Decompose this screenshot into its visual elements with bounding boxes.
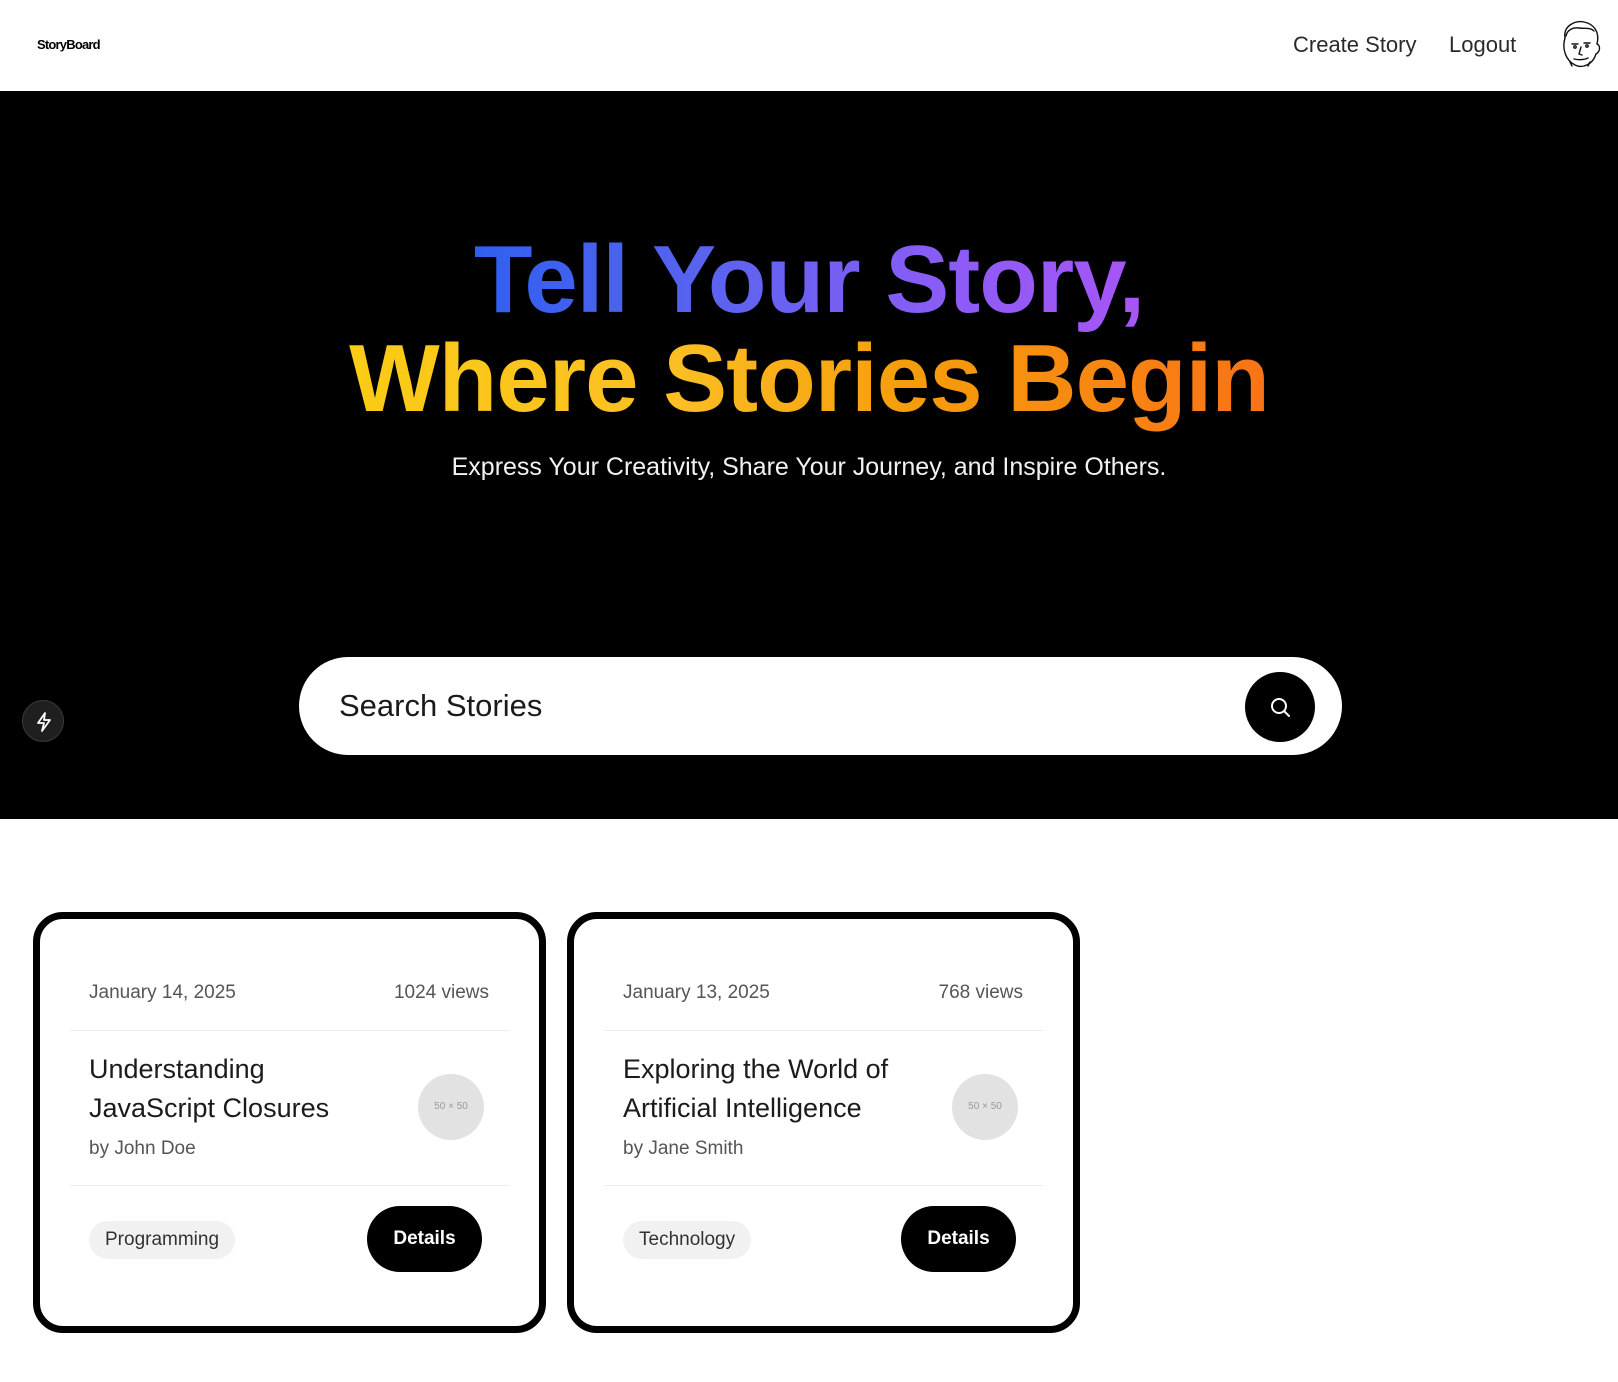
search-form <box>299 657 1342 755</box>
story-card: January 14, 2025 1024 views Understandin… <box>33 912 546 1333</box>
avatar-icon <box>1563 20 1601 68</box>
card-divider <box>604 1185 1043 1186</box>
bolt-icon <box>37 712 51 732</box>
story-author[interactable]: by Jane Smith <box>623 1138 743 1160</box>
create-story-link[interactable]: Create Story <box>1293 32 1417 58</box>
story-title[interactable]: Exploring the World of Artificial Intell… <box>623 1050 923 1128</box>
category-tag[interactable]: Programming <box>89 1221 236 1259</box>
logout-link[interactable]: Logout <box>1449 32 1516 58</box>
category-tag[interactable]: Technology <box>623 1221 752 1259</box>
card-divider <box>70 1030 509 1031</box>
card-divider <box>604 1030 1043 1031</box>
card-divider <box>70 1185 509 1186</box>
details-button[interactable]: Details <box>901 1206 1016 1272</box>
hero-title-line2-text: Where Stories Begin <box>349 325 1270 432</box>
search-button[interactable] <box>1245 672 1315 742</box>
story-title[interactable]: Understanding JavaScript Closures <box>89 1050 389 1128</box>
search-input[interactable] <box>337 681 1217 731</box>
logo[interactable]: StoryBoard <box>37 37 101 52</box>
hero-subtitle: Express Your Creativity, Share Your Jour… <box>451 453 1167 481</box>
story-card: January 13, 2025 768 views Exploring the… <box>567 912 1080 1333</box>
hero-title-line1: Tell Your Story, <box>0 230 1618 330</box>
quick-action-button[interactable] <box>22 700 64 742</box>
story-author[interactable]: by John Doe <box>89 1138 196 1160</box>
site-header: StoryBoard Create Story Logout <box>0 0 1618 91</box>
story-date: January 14, 2025 <box>89 982 236 1003</box>
hero-section: Tell Your Story, Where Stories Begin Exp… <box>0 91 1618 819</box>
hero-title-line1-text: Tell Your Story, <box>473 226 1145 333</box>
story-views: 1024 views <box>393 982 489 1003</box>
story-date: January 13, 2025 <box>623 982 770 1003</box>
author-thumbnail[interactable]: 50 × 50 <box>418 1074 484 1140</box>
author-thumbnail[interactable]: 50 × 50 <box>952 1074 1018 1140</box>
search-icon <box>1271 698 1290 717</box>
story-views: 768 views <box>938 982 1024 1003</box>
avatar[interactable] <box>1557 18 1603 72</box>
details-button[interactable]: Details <box>367 1206 482 1272</box>
hero-title-line2: Where Stories Begin <box>0 329 1618 429</box>
